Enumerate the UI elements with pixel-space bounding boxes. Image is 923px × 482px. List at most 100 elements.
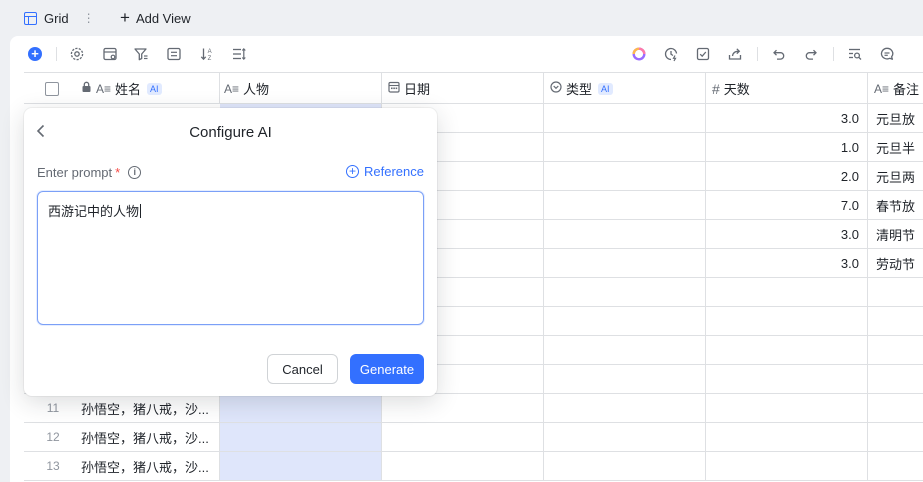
- note-cell[interactable]: 元旦两: [868, 162, 923, 190]
- column-header-name[interactable]: A≡ 姓名 AI: [79, 73, 220, 104]
- info-icon[interactable]: i: [128, 166, 142, 179]
- select-all-checkbox[interactable]: [44, 81, 59, 96]
- note-cell[interactable]: 清明节: [868, 220, 923, 248]
- days-cell[interactable]: 3.0: [706, 104, 868, 132]
- form-button[interactable]: [694, 45, 712, 63]
- share-icon: [728, 48, 742, 60]
- type-cell[interactable]: [544, 336, 706, 364]
- type-cell[interactable]: [544, 133, 706, 161]
- days-cell[interactable]: [706, 336, 868, 364]
- date-cell[interactable]: [382, 423, 544, 451]
- select-all-cell: [24, 73, 79, 104]
- lock-icon: [81, 81, 92, 96]
- filter-icon: [134, 48, 148, 61]
- search-button[interactable]: [846, 45, 864, 63]
- undo-button[interactable]: [770, 45, 788, 63]
- date-cell[interactable]: [382, 452, 544, 480]
- plus-icon: +: [120, 8, 130, 27]
- share-button[interactable]: [726, 45, 744, 63]
- single-select-icon: [550, 81, 562, 96]
- person-cell[interactable]: [220, 452, 382, 480]
- note-cell[interactable]: [868, 365, 923, 393]
- type-cell[interactable]: [544, 423, 706, 451]
- days-cell[interactable]: 1.0: [706, 133, 868, 161]
- prompt-text: 西游记中的人物: [48, 204, 140, 219]
- toolbar-divider: [833, 47, 834, 61]
- table-row[interactable]: 11 孙悟空，猪八戒，沙...: [24, 394, 923, 423]
- days-cell[interactable]: [706, 365, 868, 393]
- group-icon: [167, 47, 181, 61]
- column-header-date[interactable]: 日期: [382, 73, 544, 104]
- add-view-button[interactable]: + Add View: [120, 2, 191, 34]
- table-row[interactable]: 12 孙悟空，猪八戒，沙...: [24, 423, 923, 452]
- note-cell[interactable]: [868, 336, 923, 364]
- days-cell[interactable]: 2.0: [706, 162, 868, 190]
- type-cell[interactable]: [544, 307, 706, 335]
- column-header-type[interactable]: 类型 AI: [544, 73, 706, 104]
- type-cell[interactable]: [544, 394, 706, 422]
- note-cell[interactable]: 春节放: [868, 191, 923, 219]
- filter-button[interactable]: [132, 45, 150, 63]
- more-options-icon[interactable]: ⋮: [83, 11, 95, 25]
- generate-button[interactable]: Generate: [350, 354, 424, 384]
- comments-button[interactable]: [878, 45, 896, 63]
- days-cell[interactable]: [706, 394, 868, 422]
- plus-circle-icon: +: [346, 165, 360, 178]
- reference-button[interactable]: + Reference: [346, 164, 424, 179]
- days-cell[interactable]: 3.0: [706, 220, 868, 248]
- note-cell[interactable]: 劳动节: [868, 249, 923, 277]
- automation-button[interactable]: [662, 45, 680, 63]
- grid-header: A≡ 姓名 AI A≡ 人物 日期 类型 AI # 天数 A≡ 备注: [24, 72, 923, 104]
- add-record-button[interactable]: +: [26, 45, 44, 63]
- settings-button[interactable]: [68, 45, 86, 63]
- prompt-textarea[interactable]: 西游记中的人物: [37, 191, 424, 325]
- gear-icon: [70, 47, 84, 61]
- note-cell[interactable]: 元旦放: [868, 104, 923, 132]
- type-cell[interactable]: [544, 191, 706, 219]
- name-cell[interactable]: 孙悟空，猪八戒，沙...: [73, 452, 220, 480]
- days-cell[interactable]: [706, 452, 868, 480]
- days-cell[interactable]: [706, 278, 868, 306]
- view-tab-bar: Grid ⋮ + Add View: [0, 0, 923, 36]
- field-config-button[interactable]: [101, 45, 119, 63]
- group-button[interactable]: [165, 45, 183, 63]
- days-cell[interactable]: 3.0: [706, 249, 868, 277]
- column-header-days[interactable]: # 天数: [706, 73, 868, 104]
- type-cell[interactable]: [544, 452, 706, 480]
- view-tab-grid[interactable]: Grid ⋮: [14, 2, 105, 34]
- column-name: 类型: [566, 82, 593, 97]
- type-cell[interactable]: [544, 278, 706, 306]
- note-cell[interactable]: [868, 423, 923, 451]
- column-header-note[interactable]: A≡ 备注: [868, 73, 923, 104]
- type-cell[interactable]: [544, 249, 706, 277]
- table-row[interactable]: 13 孙悟空，猪八戒，沙...: [24, 452, 923, 481]
- column-name: 人物: [243, 82, 270, 97]
- type-cell[interactable]: [544, 162, 706, 190]
- sort-button[interactable]: AZ: [198, 45, 216, 63]
- svg-text:Z: Z: [208, 56, 212, 62]
- note-cell[interactable]: [868, 278, 923, 306]
- person-cell[interactable]: [220, 394, 382, 422]
- days-cell[interactable]: [706, 423, 868, 451]
- note-cell[interactable]: [868, 452, 923, 480]
- cancel-button[interactable]: Cancel: [267, 354, 338, 384]
- type-cell[interactable]: [544, 104, 706, 132]
- name-cell[interactable]: 孙悟空，猪八戒，沙...: [73, 423, 220, 451]
- type-cell[interactable]: [544, 220, 706, 248]
- note-cell[interactable]: [868, 394, 923, 422]
- note-cell[interactable]: 元旦半: [868, 133, 923, 161]
- redo-button[interactable]: [802, 45, 820, 63]
- name-cell[interactable]: 孙悟空，猪八戒，沙...: [73, 394, 220, 422]
- days-cell[interactable]: [706, 307, 868, 335]
- row-height-button[interactable]: [230, 45, 248, 63]
- add-view-label: Add View: [135, 10, 191, 26]
- search-list-icon: [849, 48, 862, 60]
- ai-assistant-button[interactable]: [630, 45, 648, 63]
- date-cell[interactable]: [382, 394, 544, 422]
- column-header-person[interactable]: A≡ 人物: [220, 73, 382, 104]
- note-cell[interactable]: [868, 307, 923, 335]
- text-icon: A≡: [874, 81, 890, 96]
- days-cell[interactable]: 7.0: [706, 191, 868, 219]
- person-cell[interactable]: [220, 423, 382, 451]
- type-cell[interactable]: [544, 365, 706, 393]
